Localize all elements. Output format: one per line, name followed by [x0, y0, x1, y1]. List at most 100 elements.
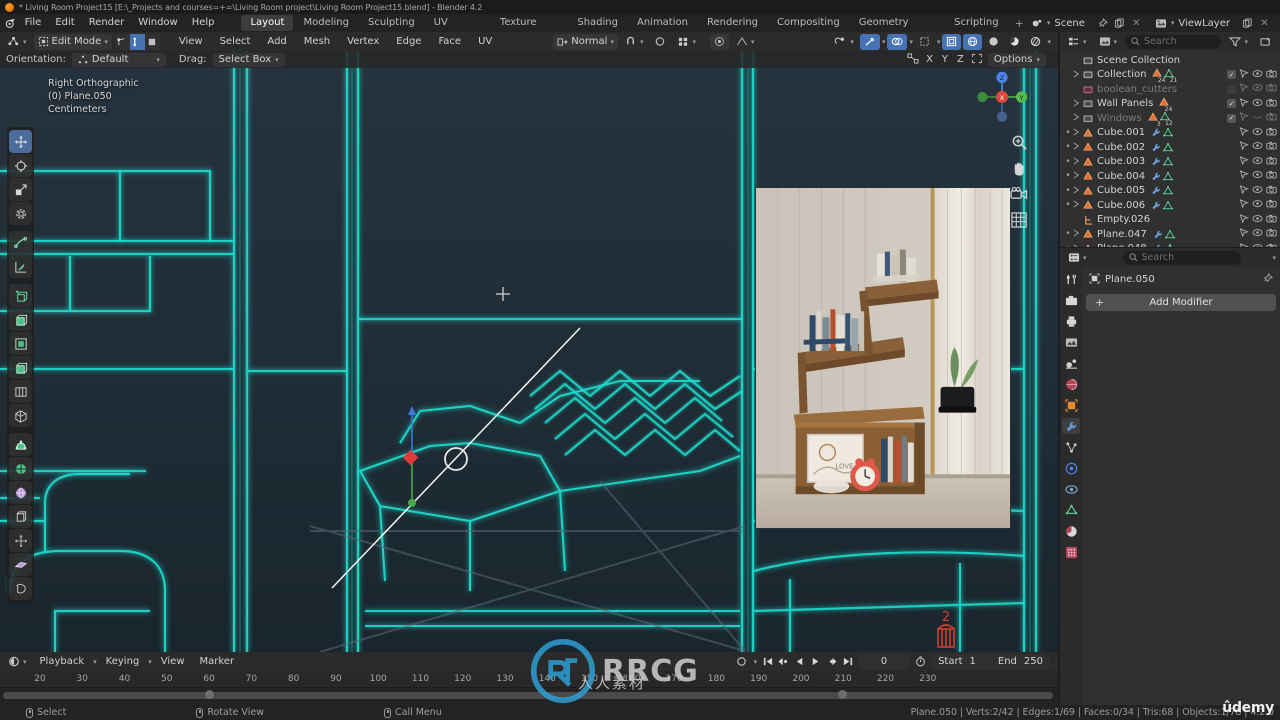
outliner-row-toggles[interactable]: [1227, 83, 1277, 95]
outliner-toggle-visible-icon[interactable]: [1252, 170, 1263, 182]
outliner-editor-type-icon[interactable]: ▾: [1064, 34, 1091, 50]
outliner-toggle-visible-icon[interactable]: [1252, 127, 1263, 139]
workspace-tab-compositing[interactable]: Compositing: [768, 15, 849, 31]
navigation-gizmo[interactable]: Z Y X: [974, 69, 1030, 125]
use-preview-range-icon[interactable]: [913, 654, 928, 669]
viewlayer-name-field[interactable]: ViewLayer: [1176, 18, 1238, 29]
outliner-toggle-selectable-icon[interactable]: [1239, 213, 1249, 226]
menu-edit[interactable]: Edit: [48, 15, 81, 31]
tab-tool[interactable]: [1062, 271, 1080, 287]
outliner-toggle-renderable-icon[interactable]: [1266, 170, 1277, 182]
workspace-tab-shading[interactable]: Shading: [568, 15, 627, 31]
tab-scene[interactable]: [1062, 355, 1080, 371]
proportional-edit-icon[interactable]: [650, 34, 670, 50]
outliner-toggle-visible-icon[interactable]: [1252, 98, 1263, 110]
auto-keying-toggle[interactable]: [732, 654, 751, 670]
outliner-toggle-renderable-icon[interactable]: [1266, 243, 1277, 247]
outliner-expand-arrow-icon[interactable]: [1072, 229, 1081, 239]
outliner-toggle-renderable-icon[interactable]: [1266, 83, 1277, 95]
outliner-expand-arrow-icon[interactable]: [1072, 70, 1081, 80]
outliner-tree[interactable]: Scene Collection Collection 24 21 ✓ boolean_…: [1060, 51, 1280, 247]
timeline-editor-type-icon[interactable]: ▾: [4, 654, 31, 670]
tweak-tool-button[interactable]: [9, 130, 32, 153]
properties-panel[interactable]: Plane.050 + Add Modifier: [1082, 267, 1280, 705]
menu-help[interactable]: Help: [185, 15, 222, 31]
outliner-row[interactable]: boolean_cutters: [1060, 82, 1280, 97]
extrude-region-tool-button[interactable]: [9, 284, 32, 307]
smooth-tool-button[interactable]: [9, 457, 32, 480]
outliner-item-label[interactable]: Windows: [1097, 113, 1142, 124]
snap-magnet-icon[interactable]: ▾: [621, 34, 648, 50]
3d-viewport[interactable]: 2 Orientation: Default ▾ Drag: Select Bo…: [0, 51, 1058, 652]
outliner-toggle-renderable-icon[interactable]: [1266, 127, 1277, 139]
tab-modifier[interactable]: [1062, 418, 1080, 434]
proportional-editing-toggle[interactable]: [709, 33, 729, 50]
outliner-toggle-visible-icon[interactable]: [1252, 156, 1263, 168]
outliner-row[interactable]: • Cube.006: [1060, 198, 1280, 213]
outliner-exclude-checkbox[interactable]: ✓: [1227, 99, 1236, 109]
outliner-row[interactable]: • Cube.001: [1060, 126, 1280, 141]
outliner-item-label[interactable]: Cube.004: [1097, 171, 1145, 182]
toggle-orthographic-icon[interactable]: [1010, 211, 1028, 229]
outliner-expand-arrow-icon[interactable]: [1072, 171, 1081, 181]
outliner-item-label[interactable]: Plane.047: [1097, 229, 1147, 240]
outliner-editor[interactable]: ▾ ▾ Search ▾ Scene Collection Collection…: [1060, 32, 1280, 247]
outliner-expand-arrow-icon[interactable]: [1072, 128, 1081, 138]
outliner-expand-arrow-icon[interactable]: [1072, 157, 1081, 167]
outliner-exclude-checkbox[interactable]: ✓: [1227, 70, 1236, 80]
outliner-toggle-visible-icon[interactable]: [1252, 185, 1263, 197]
transform-orientation-selector[interactable]: Normal ▾: [553, 33, 618, 50]
tab-world[interactable]: [1062, 376, 1080, 392]
outliner-item-label[interactable]: Empty.026: [1097, 214, 1150, 225]
outliner-row[interactable]: • Cube.003: [1060, 155, 1280, 170]
zoom-icon[interactable]: [1010, 133, 1028, 151]
viewport-options-dropdown[interactable]: Options ▾: [987, 52, 1046, 67]
tab-texture[interactable]: [1062, 544, 1080, 560]
outliner-row-toggles[interactable]: [1239, 170, 1277, 182]
loop-cut-tool-button[interactable]: [9, 356, 32, 379]
workspace-tab-layout[interactable]: Layout: [241, 15, 294, 31]
spin-tool-button[interactable]: [9, 433, 32, 456]
outliner-toggle-renderable-icon[interactable]: [1266, 156, 1277, 168]
outliner-row-toggles[interactable]: ✓: [1227, 68, 1277, 81]
outliner-toggle-visible-icon[interactable]: [1252, 69, 1263, 81]
tab-render[interactable]: [1062, 292, 1080, 308]
workspace-tab-sculpting[interactable]: Sculpting: [359, 15, 424, 31]
timeline-menu-keying[interactable]: Keying: [100, 654, 146, 669]
outliner-item-label[interactable]: Wall Panels: [1097, 98, 1153, 109]
outliner-item-label[interactable]: Cube.001: [1097, 127, 1145, 138]
tab-particles[interactable]: [1062, 439, 1080, 455]
outliner-toggle-selectable-icon[interactable]: [1239, 68, 1249, 81]
workspace-tab-rendering[interactable]: Rendering: [698, 15, 767, 31]
outliner-toggle-selectable-icon[interactable]: [1239, 199, 1249, 211]
playback-controls[interactable]: [760, 654, 855, 669]
outliner-expand-arrow-icon[interactable]: [1072, 113, 1081, 123]
outliner-toggle-selectable-icon[interactable]: [1239, 242, 1249, 247]
viewport-toolbar[interactable]: [7, 127, 34, 603]
show-overlays-toggle[interactable]: [887, 33, 908, 50]
axis-x-button[interactable]: X: [924, 54, 935, 65]
axis-z-button[interactable]: Z: [955, 54, 966, 65]
timeline-scrollbar[interactable]: [3, 692, 1053, 699]
outliner-toggle-selectable-icon[interactable]: [1239, 112, 1249, 124]
timeline-scroll-handle-right[interactable]: [838, 690, 847, 699]
outliner-row[interactable]: • Cube.005: [1060, 184, 1280, 199]
outliner-toggle-visible-icon[interactable]: [1252, 141, 1263, 153]
outliner-toggle-visible-icon[interactable]: [1252, 83, 1263, 95]
timeline-ruler[interactable]: 20 30 40 50 60 70 80 90 100 110 120 130 140 150 160 170…: [0, 671, 1058, 688]
outliner-expand-arrow-icon[interactable]: [1072, 200, 1081, 210]
outliner-toggle-renderable-icon[interactable]: [1266, 228, 1277, 240]
inset-faces-tool-button[interactable]: [9, 308, 32, 331]
outliner-toggle-selectable-icon[interactable]: [1239, 170, 1249, 182]
viewport-menu-uv[interactable]: UV: [471, 34, 499, 50]
outliner-toggle-renderable-icon[interactable]: [1266, 185, 1277, 197]
face-select-mode-button[interactable]: [145, 34, 160, 50]
outliner-toggle-visible-icon[interactable]: [1252, 112, 1263, 124]
outliner-row-toggles[interactable]: [1239, 155, 1277, 168]
axis-y-button[interactable]: Y: [940, 54, 950, 65]
outliner-row[interactable]: Windows 3 12 ✓: [1060, 111, 1280, 128]
outliner-toggle-renderable-icon[interactable]: [1266, 98, 1277, 110]
outliner-toggle-selectable-icon[interactable]: [1239, 83, 1249, 95]
jump-to-next-keyframe-button[interactable]: [824, 654, 839, 669]
outliner-row-toggles[interactable]: [1239, 242, 1277, 247]
